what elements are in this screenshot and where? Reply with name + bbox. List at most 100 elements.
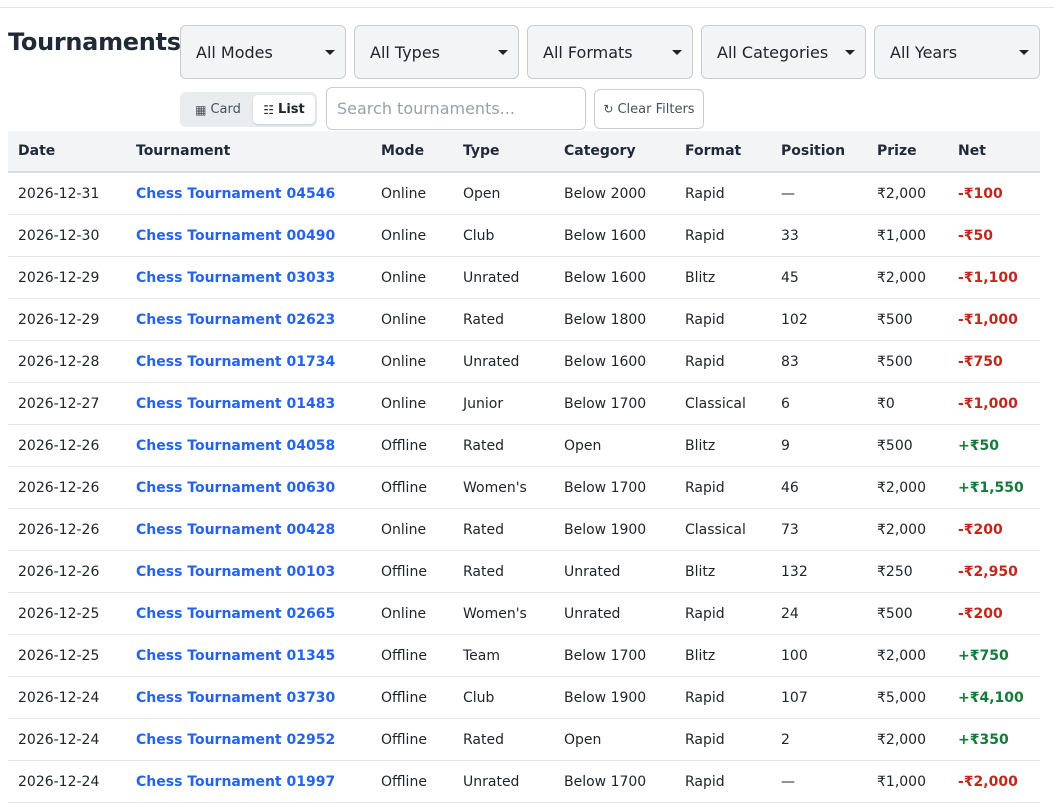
tournament-link[interactable]: Chess Tournament 01734 xyxy=(136,354,335,370)
mode-filter-select[interactable]: All Modes xyxy=(180,25,346,79)
cell-type: Women's xyxy=(463,606,527,622)
cell-format: Blitz xyxy=(685,564,716,580)
header-category[interactable]: Category xyxy=(564,131,636,171)
table-row: 2026-12-25 Chess Tournament 01345 Offline T… xyxy=(8,635,1040,677)
header-prize[interactable]: Prize xyxy=(877,131,917,171)
table-row: 2026-12-29 Chess Tournament 03033 Online Un… xyxy=(8,257,1040,299)
cell-tournament: Chess Tournament 02623 xyxy=(136,299,335,341)
table-header: Date Tournament Mode Type Category Forma… xyxy=(8,131,1040,173)
tournament-link[interactable]: Chess Tournament 04546 xyxy=(136,186,335,202)
mode-filter-value: All Modes xyxy=(196,42,273,62)
format-filter-select[interactable]: All Formats xyxy=(527,25,693,79)
cell-position: — xyxy=(781,774,795,790)
cell-date: 2026-12-26 xyxy=(18,564,100,580)
year-filter-select[interactable]: All Years xyxy=(874,25,1040,79)
cell-net: -₹200 xyxy=(958,606,1003,622)
cell-net: +₹1,550 xyxy=(958,480,1024,496)
cell-type: Rated xyxy=(463,438,504,454)
cell-prize: ₹2,000 xyxy=(877,186,926,202)
cell-date: 2026-12-29 xyxy=(18,270,100,286)
header-type[interactable]: Type xyxy=(463,131,500,171)
cell-position: 6 xyxy=(781,396,790,412)
table-row: 2026-12-30 Chess Tournament 00490 Online Cl… xyxy=(8,215,1040,257)
refresh-icon: ↻ xyxy=(603,102,614,116)
clear-filters-button[interactable]: ↻ Clear Filters xyxy=(594,89,704,129)
header-tournament[interactable]: Tournament xyxy=(136,131,230,171)
cell-tournament: Chess Tournament 04546 xyxy=(136,173,335,215)
cell-tournament: Chess Tournament 01345 xyxy=(136,635,335,677)
header-net[interactable]: Net xyxy=(958,131,986,171)
tournament-link[interactable]: Chess Tournament 03730 xyxy=(136,690,335,706)
cell-prize: ₹2,000 xyxy=(877,480,926,496)
header-date[interactable]: Date xyxy=(18,131,55,171)
tournament-link[interactable]: Chess Tournament 01345 xyxy=(136,648,335,664)
cell-date: 2026-12-24 xyxy=(18,732,100,748)
cell-date: 2026-12-25 xyxy=(18,648,100,664)
grid-icon: ▦ xyxy=(195,102,207,117)
cell-category: Below 1600 xyxy=(564,354,647,370)
cell-format: Blitz xyxy=(685,270,716,286)
cell-tournament: Chess Tournament 00428 xyxy=(136,509,335,551)
cell-date: 2026-12-25 xyxy=(18,606,100,622)
page-title: Tournaments xyxy=(8,28,181,56)
search-input[interactable] xyxy=(326,87,586,130)
format-filter-value: All Formats xyxy=(543,42,633,62)
cell-net: -₹50 xyxy=(958,228,994,244)
table-row: 2026-12-26 Chess Tournament 00103 Offline R… xyxy=(8,551,1040,593)
cell-prize: ₹2,000 xyxy=(877,522,926,538)
cell-format: Rapid xyxy=(685,186,725,202)
category-filter-select[interactable]: All Categories xyxy=(701,25,866,79)
cell-date: 2026-12-26 xyxy=(18,480,100,496)
cell-prize: ₹2,000 xyxy=(877,270,926,286)
cell-type: Rated xyxy=(463,732,504,748)
cell-type: Club xyxy=(463,228,495,244)
cell-position: 45 xyxy=(781,270,799,286)
type-filter-select[interactable]: All Types xyxy=(354,25,519,79)
cell-tournament: Chess Tournament 03033 xyxy=(136,257,335,299)
cell-prize: ₹1,000 xyxy=(877,228,926,244)
table-row: 2026-12-24 Chess Tournament 01997 Offline U… xyxy=(8,761,1040,803)
cell-category: Unrated xyxy=(564,606,621,622)
cell-net: -₹100 xyxy=(958,186,1003,202)
cell-format: Rapid xyxy=(685,354,725,370)
tournament-link[interactable]: Chess Tournament 02952 xyxy=(136,732,335,748)
type-filter-value: All Types xyxy=(370,42,441,62)
cell-mode: Offline xyxy=(381,564,427,580)
table-row: 2026-12-24 Chess Tournament 03730 Offline C… xyxy=(8,677,1040,719)
tournament-link[interactable]: Chess Tournament 03033 xyxy=(136,270,335,286)
tournament-link[interactable]: Chess Tournament 01483 xyxy=(136,396,335,412)
cell-date: 2026-12-29 xyxy=(18,312,100,328)
cell-date: 2026-12-26 xyxy=(18,438,100,454)
cell-net: -₹1,000 xyxy=(958,312,1018,328)
tournament-link[interactable]: Chess Tournament 00490 xyxy=(136,228,335,244)
table-row: 2026-12-27 Chess Tournament 01483 Online Ju… xyxy=(8,383,1040,425)
tournament-link[interactable]: Chess Tournament 04058 xyxy=(136,438,335,454)
chevron-down-icon xyxy=(325,50,335,55)
card-view-button[interactable]: ▦ Card xyxy=(183,95,253,124)
cell-mode: Offline xyxy=(381,732,427,748)
cell-net: -₹200 xyxy=(958,522,1003,538)
cell-net: +₹350 xyxy=(958,732,1009,748)
tournament-link[interactable]: Chess Tournament 02623 xyxy=(136,312,335,328)
header-position[interactable]: Position xyxy=(781,131,845,171)
header-format[interactable]: Format xyxy=(685,131,741,171)
cell-type: Rated xyxy=(463,522,504,538)
cell-format: Rapid xyxy=(685,480,725,496)
list-view-button[interactable]: ☷ List xyxy=(253,95,315,124)
tournament-link[interactable]: Chess Tournament 02665 xyxy=(136,606,335,622)
tournament-link[interactable]: Chess Tournament 01997 xyxy=(136,774,335,790)
cell-prize: ₹2,000 xyxy=(877,732,926,748)
tournament-link[interactable]: Chess Tournament 00630 xyxy=(136,480,335,496)
cell-tournament: Chess Tournament 01997 xyxy=(136,761,335,803)
tournament-link[interactable]: Chess Tournament 00428 xyxy=(136,522,335,538)
tournament-link[interactable]: Chess Tournament 00103 xyxy=(136,564,335,580)
cell-mode: Online xyxy=(381,228,427,244)
cell-position: 100 xyxy=(781,648,808,664)
header-mode[interactable]: Mode xyxy=(381,131,424,171)
cell-category: Below 1600 xyxy=(564,228,647,244)
cell-type: Unrated xyxy=(463,270,520,286)
table-row: 2026-12-24 Chess Tournament 02952 Offline R… xyxy=(8,719,1040,761)
cell-type: Open xyxy=(463,186,501,202)
list-view-label: List xyxy=(278,102,305,117)
cell-category: Below 2000 xyxy=(564,186,647,202)
